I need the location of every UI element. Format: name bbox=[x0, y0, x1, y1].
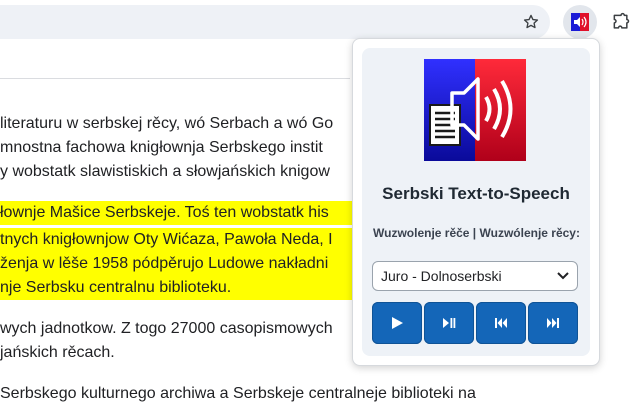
play-button[interactable] bbox=[372, 302, 422, 344]
serbski-tts-extension-button[interactable] bbox=[563, 5, 597, 39]
paragraph-line: mnostna fachowa knigłownja Serbskego ins… bbox=[0, 139, 323, 156]
playback-controls bbox=[372, 302, 578, 344]
highlighted-line: łownje Mašice Serbskeje. Toś ten wobstat… bbox=[0, 201, 360, 225]
pause-button[interactable] bbox=[424, 302, 474, 344]
paragraph-line: Serbskego kulturnego archiwa a Serbskeje… bbox=[0, 385, 476, 402]
chevron-down-icon bbox=[557, 272, 569, 280]
highlighted-line: tnych knigłownjow Oty Wićaza, Pawoła Ned… bbox=[0, 228, 360, 252]
bookmark-star-icon[interactable] bbox=[517, 8, 545, 36]
address-bar[interactable] bbox=[0, 5, 550, 39]
skip-previous-icon bbox=[495, 318, 507, 328]
puzzle-icon[interactable] bbox=[607, 8, 635, 36]
play-icon bbox=[392, 317, 403, 329]
speaker-document-logo-icon bbox=[424, 59, 526, 161]
pause-icon bbox=[443, 318, 456, 328]
app-title: Serbski Text-to-Speech bbox=[382, 184, 570, 203]
popup-panel: Serbski Text-to-Speech Wuzwolenje rěče |… bbox=[362, 48, 590, 356]
extension-popup: Serbski Text-to-Speech Wuzwolenje rěče |… bbox=[352, 38, 600, 366]
paragraph-line: literaturu w serbskej rěcy, wó Serbach a… bbox=[0, 115, 334, 132]
voice-select[interactable]: Juro - Dolnoserbski bbox=[372, 261, 578, 291]
voice-select-value: Juro - Dolnoserbski bbox=[381, 268, 502, 284]
highlighted-line: nje Serbsku centralnu biblioteku. bbox=[0, 276, 352, 300]
paragraph-line: jańskich rěcach. bbox=[0, 344, 115, 361]
language-label: Wuzwolenje rěče | Wuzwólenje rěcy: bbox=[373, 226, 580, 240]
serbski-tts-icon bbox=[571, 13, 589, 31]
paragraph-line: y wobstatk slawistiskich a słowjańskich … bbox=[0, 163, 330, 180]
paragraph-line: wych jadnotkow. Z togo 27000 casopismowy… bbox=[0, 320, 333, 337]
previous-button[interactable] bbox=[476, 302, 526, 344]
toolbar-divider bbox=[0, 78, 350, 79]
skip-next-icon bbox=[547, 318, 559, 328]
next-button[interactable] bbox=[528, 302, 578, 344]
highlighted-line: ženja w lěše 1958 pódpěrujo Ludowe nakła… bbox=[0, 252, 360, 276]
